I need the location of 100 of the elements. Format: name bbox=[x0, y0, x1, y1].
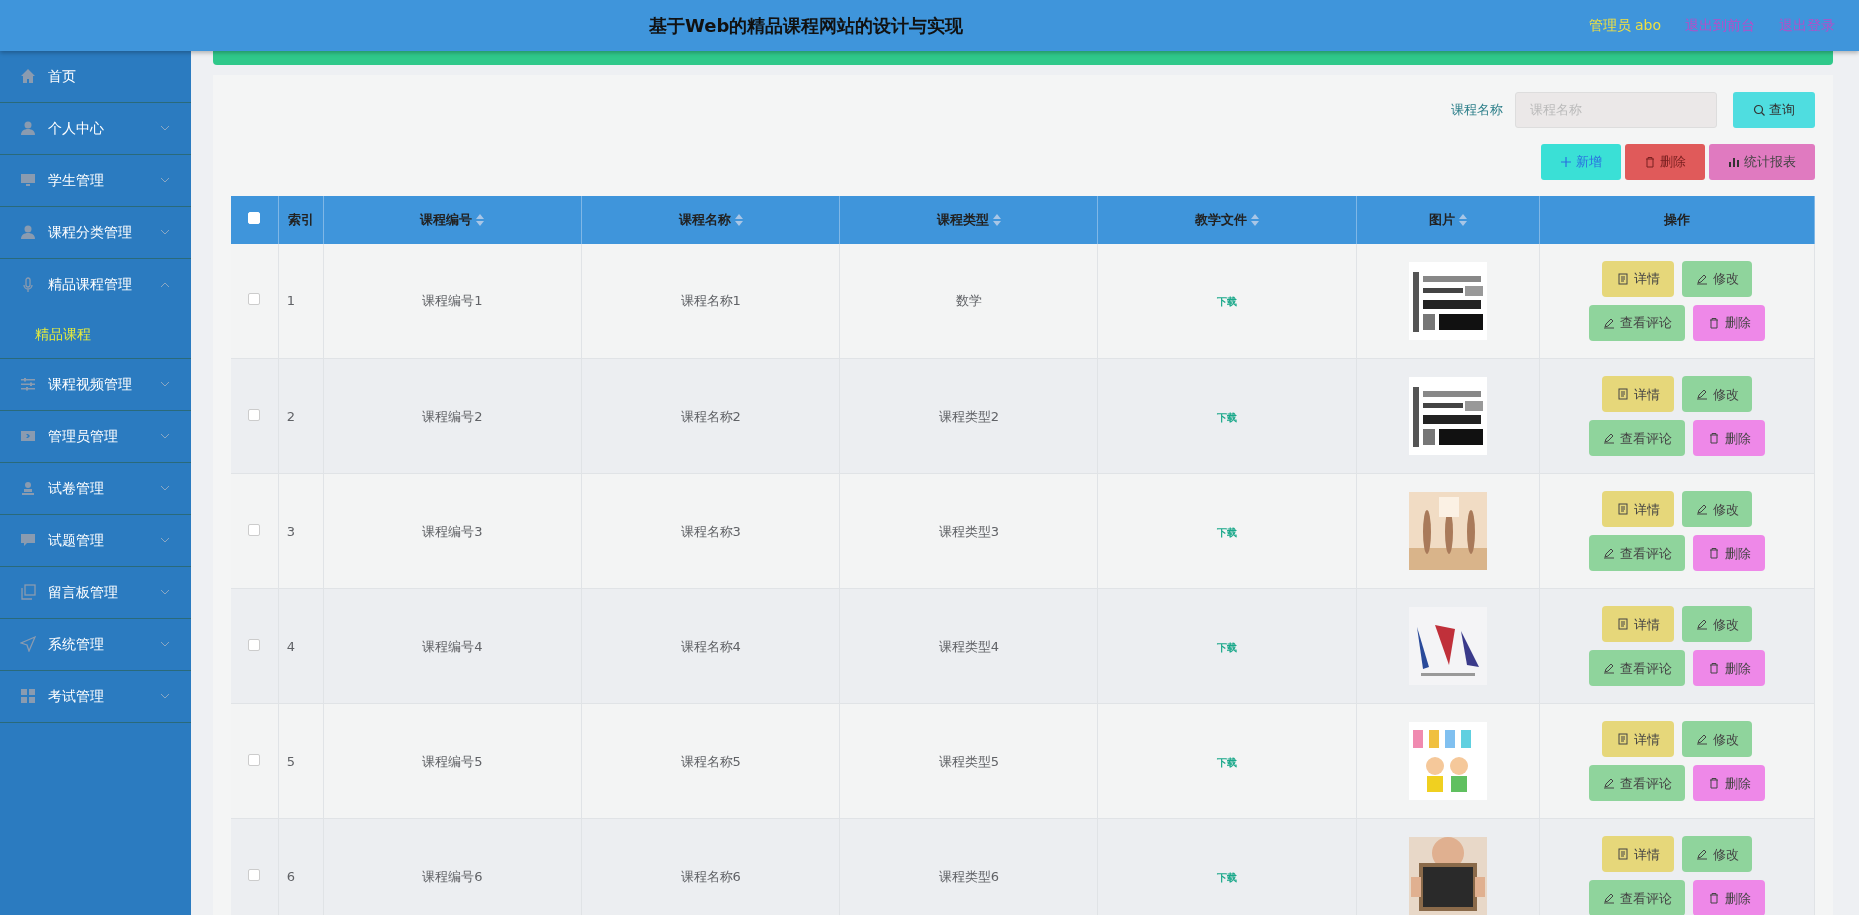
download-link[interactable]: 下载 bbox=[1217, 641, 1237, 653]
sidebar-item[interactable]: 试卷管理 bbox=[0, 462, 191, 515]
comments-button[interactable]: 查看评论 bbox=[1589, 420, 1686, 457]
edit-button[interactable]: 修改 bbox=[1682, 836, 1753, 873]
grid-icon bbox=[20, 688, 36, 705]
edit-button[interactable]: 修改 bbox=[1682, 491, 1753, 528]
sidebar-item[interactable]: 首页 bbox=[0, 50, 191, 103]
column-header-cell[interactable]: 操作 bbox=[1539, 195, 1815, 244]
column-header: 课程类型 bbox=[936, 211, 989, 230]
edit-button[interactable]: 修改 bbox=[1682, 376, 1753, 413]
sidebar-item[interactable]: 留言板管理 bbox=[0, 566, 191, 619]
sidebar-item[interactable]: 个人中心 bbox=[0, 102, 191, 155]
document-icon bbox=[1616, 848, 1629, 861]
detail-button[interactable]: 详情 bbox=[1602, 606, 1675, 643]
comments-button[interactable]: 查看评论 bbox=[1589, 765, 1686, 802]
table-cell: 课程名称1 bbox=[680, 293, 741, 309]
table-cell: 课程名称6 bbox=[680, 868, 741, 884]
row-checkbox[interactable] bbox=[248, 523, 261, 536]
copy-icon bbox=[20, 584, 36, 601]
pencil-icon bbox=[1602, 892, 1615, 905]
search-button[interactable]: 查询 bbox=[1733, 91, 1815, 128]
plus-icon bbox=[1560, 155, 1572, 168]
row-checkbox[interactable] bbox=[248, 753, 261, 766]
delete-button[interactable]: 删除 bbox=[1693, 535, 1766, 572]
sidebar-item[interactable]: 考试管理 bbox=[0, 670, 191, 723]
comments-button[interactable]: 查看评论 bbox=[1589, 880, 1686, 915]
trash-icon bbox=[1707, 892, 1720, 905]
download-link[interactable]: 下载 bbox=[1217, 871, 1237, 883]
edit-button[interactable]: 修改 bbox=[1682, 261, 1753, 298]
table-cell: 课程类型2 bbox=[938, 408, 999, 424]
column-header: 教学文件 bbox=[1195, 211, 1247, 230]
stamp-icon bbox=[20, 480, 36, 497]
table-cell: 课程类型5 bbox=[938, 753, 999, 769]
delete-button[interactable]: 删除 bbox=[1693, 765, 1766, 802]
delete-button[interactable]: 删除 bbox=[1693, 305, 1766, 342]
download-link[interactable]: 下载 bbox=[1217, 756, 1237, 768]
sidebar-item[interactable]: 课程视频管理 bbox=[0, 358, 191, 411]
comments-button[interactable]: 查看评论 bbox=[1589, 305, 1686, 342]
row-checkbox[interactable] bbox=[248, 868, 261, 881]
detail-button[interactable]: 详情 bbox=[1602, 491, 1675, 528]
edit-button[interactable]: 修改 bbox=[1682, 721, 1753, 758]
column-header: 课程编号 bbox=[420, 211, 473, 230]
delete-button[interactable]: 删除 bbox=[1625, 143, 1705, 180]
sidebar-item[interactable]: 系统管理 bbox=[0, 618, 191, 671]
column-header-cell[interactable]: 索引 bbox=[278, 195, 324, 244]
microphone-icon bbox=[20, 276, 36, 293]
comments-button[interactable]: 查看评论 bbox=[1589, 535, 1686, 572]
pencil-icon bbox=[1695, 273, 1708, 286]
trash-icon bbox=[1707, 432, 1720, 445]
download-link[interactable]: 下载 bbox=[1217, 411, 1237, 423]
search-icon bbox=[1753, 103, 1765, 116]
trash-icon bbox=[1644, 155, 1656, 168]
bar-chart-icon bbox=[1728, 155, 1740, 168]
pencil-icon bbox=[1602, 317, 1615, 330]
table-cell: 课程编号5 bbox=[422, 753, 483, 769]
comments-button[interactable]: 查看评论 bbox=[1589, 650, 1686, 687]
delete-button[interactable]: 删除 bbox=[1693, 880, 1766, 915]
sidebar-subitem[interactable]: 精品课程 bbox=[0, 310, 191, 359]
select-all-checkbox[interactable] bbox=[248, 212, 261, 225]
row-checkbox[interactable] bbox=[248, 408, 261, 421]
column-header-cell[interactable]: 课程编号 bbox=[323, 195, 582, 244]
download-link[interactable]: 下载 bbox=[1217, 296, 1237, 308]
sidebar-item[interactable]: 管理员管理 bbox=[0, 410, 191, 463]
person-icon bbox=[20, 224, 36, 241]
sidebar-item[interactable]: 课程分类管理 bbox=[0, 206, 191, 259]
document-icon bbox=[1616, 733, 1629, 746]
sort-icon bbox=[734, 213, 743, 226]
send-icon bbox=[20, 636, 36, 653]
detail-button[interactable]: 详情 bbox=[1602, 836, 1675, 873]
document-icon bbox=[1616, 503, 1629, 516]
detail-button[interactable]: 详情 bbox=[1602, 261, 1675, 298]
sort-icon bbox=[476, 213, 485, 226]
edit-button[interactable]: 修改 bbox=[1682, 606, 1753, 643]
sidebar-item[interactable]: 试题管理 bbox=[0, 514, 191, 567]
detail-button[interactable]: 详情 bbox=[1602, 376, 1675, 413]
table-cell: 课程编号3 bbox=[422, 523, 483, 539]
home-icon bbox=[20, 68, 36, 85]
table-cell: 课程类型6 bbox=[938, 868, 999, 884]
report-button[interactable]: 统计报表 bbox=[1709, 143, 1815, 180]
row-index: 6 bbox=[286, 868, 296, 884]
pencil-icon bbox=[1602, 777, 1615, 790]
pencil-icon bbox=[1602, 547, 1615, 560]
pencil-icon bbox=[1602, 662, 1615, 675]
delete-button[interactable]: 删除 bbox=[1693, 650, 1766, 687]
download-link[interactable]: 下载 bbox=[1217, 526, 1237, 538]
search-label: 课程名称 bbox=[1451, 101, 1503, 120]
column-header-cell[interactable]: 图片 bbox=[1356, 195, 1540, 244]
sidebar-item[interactable]: 学生管理 bbox=[0, 154, 191, 207]
column-header: 操作 bbox=[1664, 211, 1691, 230]
row-checkbox[interactable] bbox=[248, 638, 261, 651]
column-header-cell[interactable]: 课程类型 bbox=[839, 195, 1098, 244]
delete-button[interactable]: 删除 bbox=[1693, 420, 1766, 457]
column-header-cell[interactable]: 教学文件 bbox=[1097, 195, 1357, 244]
person-icon bbox=[20, 120, 36, 137]
document-icon bbox=[1616, 388, 1629, 401]
row-checkbox[interactable] bbox=[248, 293, 261, 306]
column-header-cell[interactable]: 课程名称 bbox=[581, 195, 840, 244]
sidebar-item[interactable]: 精品课程管理 bbox=[0, 258, 191, 311]
detail-button[interactable]: 详情 bbox=[1602, 721, 1675, 758]
add-button[interactable]: 新增 bbox=[1541, 143, 1621, 180]
